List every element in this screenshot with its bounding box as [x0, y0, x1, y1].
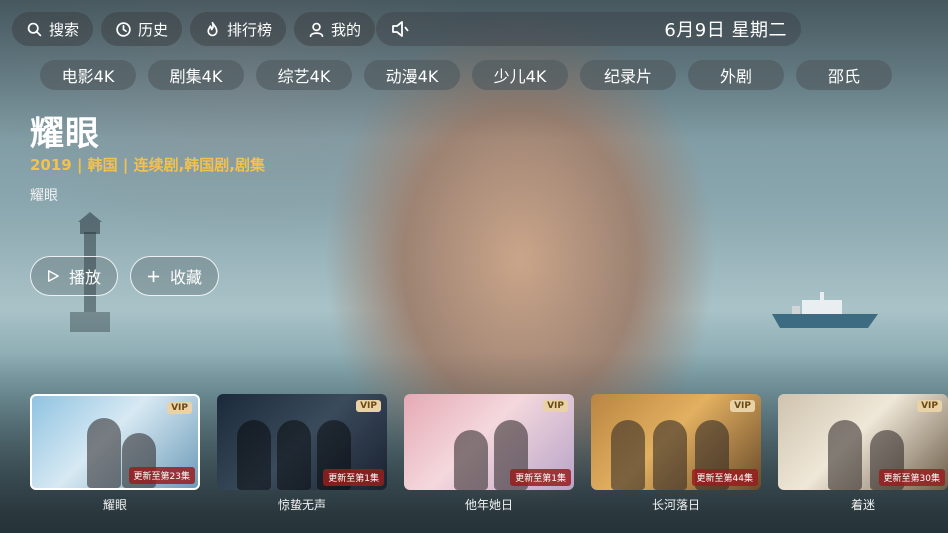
show-title: 他年她日	[464, 498, 513, 512]
search-icon	[27, 22, 42, 36]
show-card[interactable]: VIP 更新至第23集 耀眼	[30, 394, 200, 513]
vip-badge: VIP	[167, 402, 192, 414]
search-label: 搜索	[49, 20, 80, 39]
history-label: 历史	[138, 20, 169, 39]
ranking-button[interactable]: 排行榜	[190, 12, 287, 46]
tab-shaw[interactable]: 邵氏	[796, 60, 892, 90]
poster-figure	[237, 420, 271, 490]
show-card[interactable]: VIP 更新至第1集 他年她日	[404, 394, 574, 513]
poster-figure	[87, 418, 121, 488]
poster-figure	[611, 420, 645, 490]
date-display: 6月9日 星期二	[664, 20, 787, 41]
episode-badge: 更新至第1集	[510, 469, 571, 486]
favorite-button[interactable]: 收藏	[130, 256, 219, 296]
play-icon	[48, 270, 59, 282]
featured-title: 耀眼	[30, 114, 100, 154]
mine-button[interactable]: 我的	[294, 12, 376, 46]
tab-variety-4k[interactable]: 综艺4K	[256, 60, 352, 90]
poster-figure	[277, 420, 311, 490]
history-button[interactable]: 历史	[101, 12, 183, 46]
top-bar: 搜索 历史 排行榜 我的	[12, 12, 376, 46]
vip-badge: VIP	[356, 400, 381, 412]
episode-badge: 更新至第44集	[691, 469, 758, 486]
tab-anime-4k[interactable]: 动漫4K	[364, 60, 460, 90]
favorite-label: 收藏	[170, 268, 203, 287]
show-title: 着迷	[850, 498, 875, 512]
tab-kids-4k[interactable]: 少儿4K	[472, 60, 568, 90]
play-label: 播放	[69, 268, 102, 287]
clock-icon	[116, 21, 131, 37]
mine-label: 我的	[331, 20, 362, 39]
ranking-label: 排行榜	[227, 20, 273, 39]
show-title: 耀眼	[102, 498, 127, 512]
ship-graphic	[772, 292, 878, 328]
tab-documentary[interactable]: 纪录片	[580, 60, 676, 90]
user-icon	[309, 22, 324, 37]
tab-movie-4k[interactable]: 电影4K	[40, 60, 136, 90]
show-thumbnail: VIP 更新至第1集	[404, 394, 574, 490]
episode-badge: 更新至第30集	[878, 469, 945, 486]
show-thumbnail: VIP 更新至第44集	[591, 394, 761, 490]
episode-badge: 更新至第1集	[323, 469, 384, 486]
vip-badge: VIP	[730, 400, 755, 412]
tab-series-4k[interactable]: 剧集4K	[148, 60, 244, 90]
show-thumbnail: VIP 更新至第30集	[778, 394, 948, 490]
vip-badge: VIP	[543, 400, 568, 412]
tab-foreign-drama[interactable]: 外剧	[688, 60, 784, 90]
featured-subtitle: 耀眼	[30, 188, 58, 204]
show-card[interactable]: VIP 更新至第44集 长河落日	[591, 394, 761, 513]
show-thumbnail: VIP 更新至第1集	[217, 394, 387, 490]
episode-badge: 更新至第23集	[128, 467, 195, 484]
search-button[interactable]: 搜索	[12, 12, 94, 46]
plus-icon	[147, 270, 160, 282]
category-tabs: 电影4K 剧集4K 综艺4K 动漫4K 少儿4K 纪录片 外剧 邵氏	[40, 60, 918, 90]
flame-icon	[207, 21, 218, 36]
date-bar: 6月9日 星期二	[376, 12, 801, 46]
show-card[interactable]: VIP 更新至第1集 惊蛰无声	[217, 394, 387, 513]
play-button[interactable]: 播放	[30, 256, 118, 296]
vip-badge: VIP	[917, 400, 942, 412]
poster-figure	[454, 430, 488, 490]
show-thumbnail: VIP 更新至第23集	[30, 394, 200, 490]
speaker-icon[interactable]	[390, 19, 410, 39]
poster-figure	[653, 420, 687, 490]
featured-meta: 2019 | 韩国 | 连续剧,韩国剧,剧集	[30, 156, 265, 174]
show-title: 长河落日	[651, 498, 700, 512]
show-card[interactable]: VIP 更新至第30集 着迷	[778, 394, 948, 513]
poster-figure	[828, 420, 862, 490]
show-title: 惊蛰无声	[277, 498, 326, 512]
